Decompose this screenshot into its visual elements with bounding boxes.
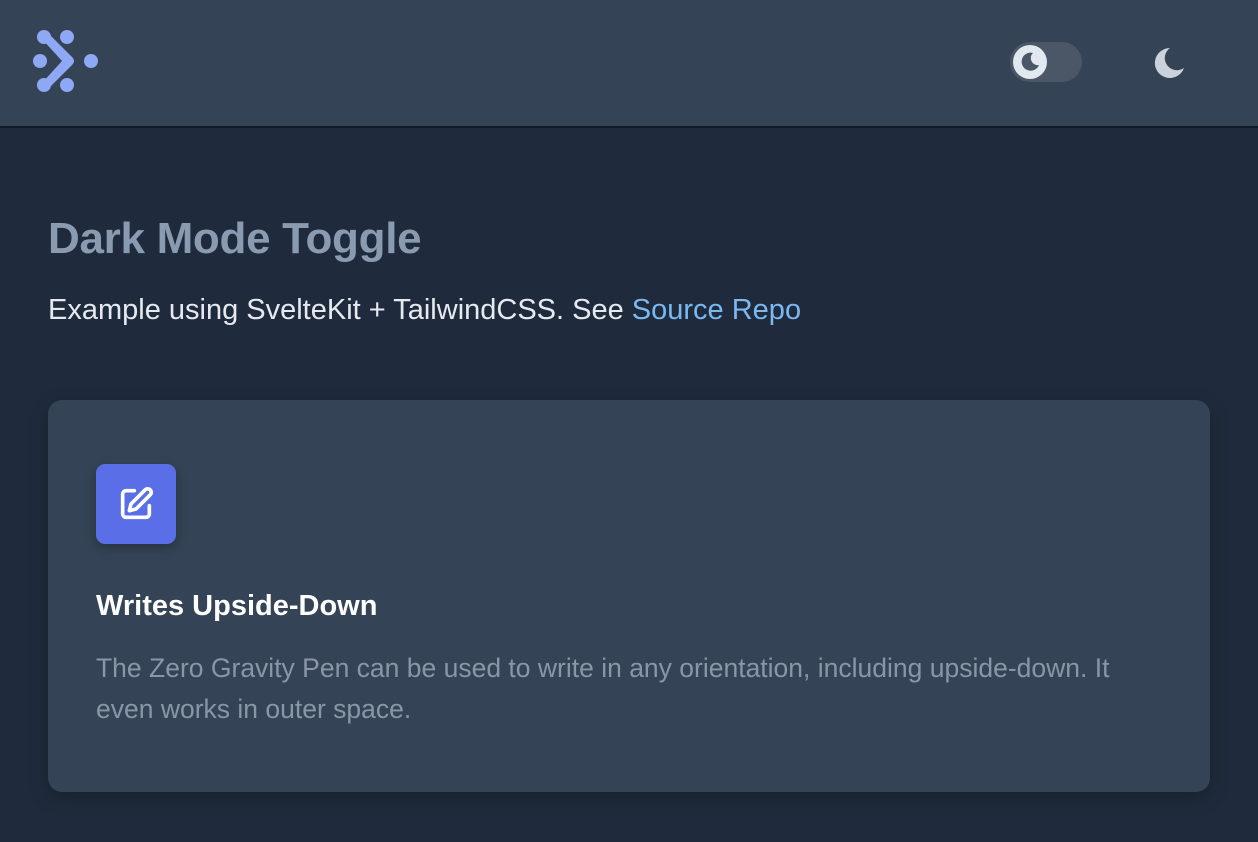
page-subtitle: Example using SvelteKit + TailwindCSS. S… [48,294,801,327]
source-repo-link[interactable]: Source Repo [632,294,801,326]
moon-icon [1021,52,1039,71]
page-title: Dark Mode Toggle [48,214,422,263]
top-navbar [0,0,1258,128]
logo-icon[interactable] [32,30,102,94]
theme-moon-button[interactable] [1150,44,1188,82]
subtitle-text: Example using SvelteKit + TailwindCSS. S… [48,294,632,326]
feature-description: The Zero Gravity Pen can be used to writ… [96,653,1110,724]
dark-mode-toggle[interactable] [1010,42,1082,82]
moon-icon [1154,47,1184,78]
feature-card: Writes Upside-Down The Zero Gravity Pen … [48,400,1210,792]
toggle-knob [1013,45,1047,79]
svelte-dots-logo-icon [33,30,98,92]
pencil-square-icon-svg [120,486,154,520]
pencil-square-icon [96,464,176,544]
feature-title: Writes Upside-Down [96,590,378,622]
